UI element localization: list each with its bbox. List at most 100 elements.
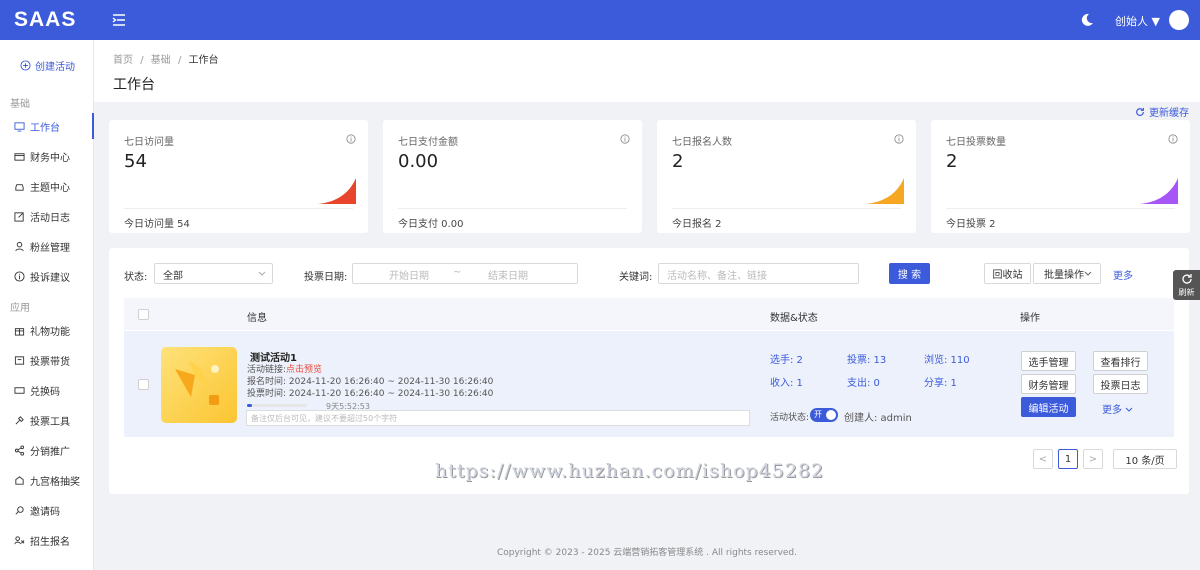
avatar[interactable] [1169,10,1189,30]
sidebar-item-workbench[interactable]: 工作台 [0,113,94,139]
next-page-button[interactable]: > [1083,449,1103,469]
user-menu[interactable]: 创始人 ▼ [1115,13,1160,29]
row-checkbox[interactable] [138,379,149,390]
info-icon[interactable] [346,134,356,144]
stat-card-payments: 七日支付金额 0.00 今日支付 0.00 [383,120,642,233]
status-select-value: 全部 [163,271,183,282]
sidebar-item-lottery[interactable]: 九宫格抽奖 [0,467,94,493]
side-refresh-button[interactable]: 刷新 [1173,270,1200,300]
players-manage-button[interactable]: 选手管理 [1021,351,1076,371]
sidebar-item-label: 财务中心 [30,152,70,164]
sidebar-item-finance[interactable]: 财务中心 [0,143,94,169]
sidebar-item-theme[interactable]: 主题中心 [0,173,94,199]
date-separator: ~ [453,267,462,278]
moon-icon[interactable] [1080,13,1094,27]
views-count: 浏览: 110 [924,355,970,366]
trophy-image [175,361,219,405]
refresh-icon [1136,107,1144,116]
sidebar-item-label: 邀请码 [30,506,60,518]
more-ops-link[interactable]: 更多 [1102,401,1133,416]
column-header-info: 信息 [247,313,267,324]
players-count: 选手: 2 [770,355,803,366]
page-1-button[interactable]: 1 [1058,449,1078,469]
keyword-input[interactable]: 活动名称、备注、链接 [658,263,859,284]
breadcrumb-separator: / [177,55,182,66]
activity-status-toggle[interactable]: 开 [810,408,838,422]
breadcrumb-separator: / [140,55,144,66]
sidebar-item-vote-goods[interactable]: 投票带货 [0,347,94,373]
creator: 创建人: admin [844,413,912,424]
breadcrumb-basic[interactable]: 基础 [151,55,171,66]
divider [672,208,901,209]
sidebar-item-complaints[interactable]: 投诉建议 [0,263,94,289]
sidebar-item-fans[interactable]: 粉丝管理 [0,233,94,259]
user-icon [15,241,24,251]
prev-page-button[interactable]: < [1033,449,1053,469]
sidebar-item-distribution[interactable]: 分销推广 [0,437,94,463]
vote-log-button[interactable]: 投票日志 [1093,374,1148,394]
page-header [94,40,1200,102]
date-range-picker[interactable]: 开始日期 ~ 结束日期 [352,263,578,284]
edit-activity-button[interactable]: 编辑活动 [1021,397,1076,417]
create-activity-button[interactable]: 创建活动 [20,58,75,73]
trend-triangle-icon [1140,178,1178,204]
info-icon[interactable] [1168,134,1178,144]
view-ranking-button[interactable]: 查看排行 [1093,351,1148,371]
stat-card-value: 2 [946,151,958,172]
info-icon[interactable] [620,134,630,144]
vote-time: 投票时间: 2024-11-20 16:26:40 ~ 2024-11-30 1… [247,389,494,399]
status-select[interactable]: 全部 [154,263,273,284]
ticket-icon [14,386,25,394]
sidebar-group-basic: 基础 [10,99,30,110]
logo: SAAS [14,8,77,31]
menu-toggle-icon[interactable] [112,13,126,27]
more-filters-link[interactable]: 更多 [1113,267,1133,282]
sidebar-item-redeem-code[interactable]: 兑换码 [0,377,94,403]
stat-card-footer: 今日支付 0.00 [398,219,464,230]
sidebar-item-gifts[interactable]: 礼物功能 [0,317,94,343]
sidebar-group-app: 应用 [10,303,30,314]
sidebar-item-vote-tools[interactable]: 投票工具 [0,407,94,433]
activity-thumbnail[interactable] [161,347,237,423]
plus-circle-icon [20,60,31,71]
refresh-cache-button[interactable]: 更新缓存 [1135,104,1189,119]
vote-date-label: 投票日期: [304,272,348,283]
breadcrumb: 首页 / 基础 / 工作台 [113,51,223,66]
column-header-ops: 操作 [1020,313,1040,324]
refresh-icon [1181,274,1192,284]
breadcrumb-home[interactable]: 首页 [113,55,133,66]
shares-count: 分享: 1 [924,378,957,389]
cart-icon [14,355,25,365]
votes-count: 投票: 13 [847,355,887,366]
wallet-icon [14,152,25,161]
tool-icon [15,415,24,424]
progress-track [247,404,307,407]
stat-card-title: 七日报名人数 [672,137,732,148]
side-refresh-label: 刷新 [1178,288,1195,297]
batch-operation-label: 批量操作 [1044,270,1084,281]
sidebar-item-activity-log[interactable]: 活动日志 [0,203,94,229]
recycle-bin-button[interactable]: 回收站 [984,263,1031,284]
edit-icon [14,211,24,222]
page-size-select[interactable]: 10 条/页 [1113,449,1177,469]
stat-card-title: 七日支付金额 [398,137,458,148]
sidebar-item-label: 分销推广 [30,446,70,458]
finance-manage-button[interactable]: 财务管理 [1021,374,1076,394]
expense-count: 支出: 0 [847,378,880,389]
batch-operation-select[interactable]: 批量操作 [1033,263,1101,284]
note-input[interactable]: 备注仅后台可见，建议不要超过50个字符 [246,410,750,426]
select-all-checkbox[interactable] [138,309,149,320]
sidebar-item-invite-code[interactable]: 邀请码 [0,497,94,523]
status-label: 状态: [124,272,148,283]
page-title: 工作台 [113,77,155,93]
info-icon[interactable] [894,134,904,144]
table-header: 信息 数据&状态 操作 [124,298,1174,330]
start-date-input[interactable]: 开始日期 [389,267,429,282]
search-button[interactable]: 搜 索 [889,263,930,284]
sidebar-item-label: 兑换码 [30,386,60,398]
footer-copyright: Copyright © 2023 - 2025 云端营销拓客管理系统 . All… [496,548,798,558]
trend-triangle-icon [866,178,904,204]
divider [124,208,353,209]
end-date-input[interactable]: 结束日期 [488,267,528,282]
people-icon [14,535,25,544]
